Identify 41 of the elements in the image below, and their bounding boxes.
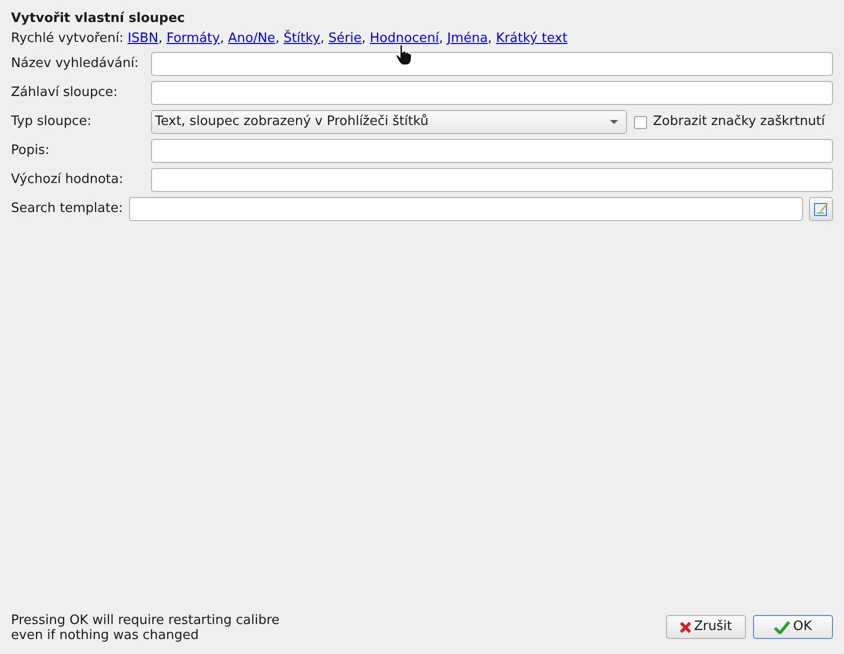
checkbox-label: Zobrazit značky zaškrtnutí: [653, 113, 825, 132]
field-label: Výchozí hodnota:: [11, 171, 124, 190]
checkmark-icon: [774, 620, 790, 634]
quick-create-link[interactable]: Štítky: [283, 29, 320, 49]
column-type-dropdown[interactable]: Text, sloupec zobrazený v Prohlížeči štítků: [151, 110, 627, 134]
close-icon: [680, 622, 691, 632]
checkbox[interactable]: [634, 116, 647, 128]
restart-note: even if nothing was changed: [11, 628, 200, 643]
quick-create-link[interactable]: Ano/Ne: [228, 29, 276, 49]
input-field[interactable]: [128, 197, 803, 221]
cancel-button[interactable]: Zrušit: [666, 615, 746, 639]
edit-icon: [813, 201, 829, 217]
quick-create-link[interactable]: Formáty: [166, 29, 220, 49]
input-field[interactable]: [151, 168, 833, 192]
separator-text: ,: [220, 30, 224, 48]
quick-create-link[interactable]: Jména: [447, 29, 488, 49]
quick-create-label: Rychlé vytvoření:: [11, 30, 124, 48]
separator-text: ,: [158, 30, 162, 48]
ok-button[interactable]: OK: [753, 615, 833, 639]
edit-template-button[interactable]: [809, 197, 833, 221]
dialog-title: Vytvořit vlastní sloupec: [11, 10, 186, 28]
input-field[interactable]: [151, 52, 833, 76]
separator-text: ,: [362, 30, 366, 48]
quick-create-link[interactable]: ISBN: [128, 29, 158, 49]
quick-create-link[interactable]: Série: [328, 29, 362, 49]
field-label: Název vyhledávání:: [11, 55, 140, 74]
separator-text: ,: [275, 30, 280, 48]
separator-text: ,: [438, 30, 444, 48]
hand-cursor-icon: [395, 44, 413, 66]
field-label: Search template:: [11, 200, 123, 218]
input-field[interactable]: [151, 139, 833, 163]
quick-create-link[interactable]: Krátký text: [496, 29, 568, 49]
separator-text: ,: [488, 30, 492, 48]
field-label: Popis:: [11, 142, 50, 160]
field-label: Typ sloupce:: [11, 113, 92, 132]
separator-text: ,: [320, 30, 324, 48]
dropdown-arrow-icon: [610, 120, 618, 124]
restart-note: Pressing OK will require restarting calibre: [11, 613, 280, 628]
quick-create-link[interactable]: Hodnocení: [370, 29, 439, 49]
input-field[interactable]: [151, 81, 833, 105]
field-label: Záhlaví sloupce:: [11, 84, 118, 102]
